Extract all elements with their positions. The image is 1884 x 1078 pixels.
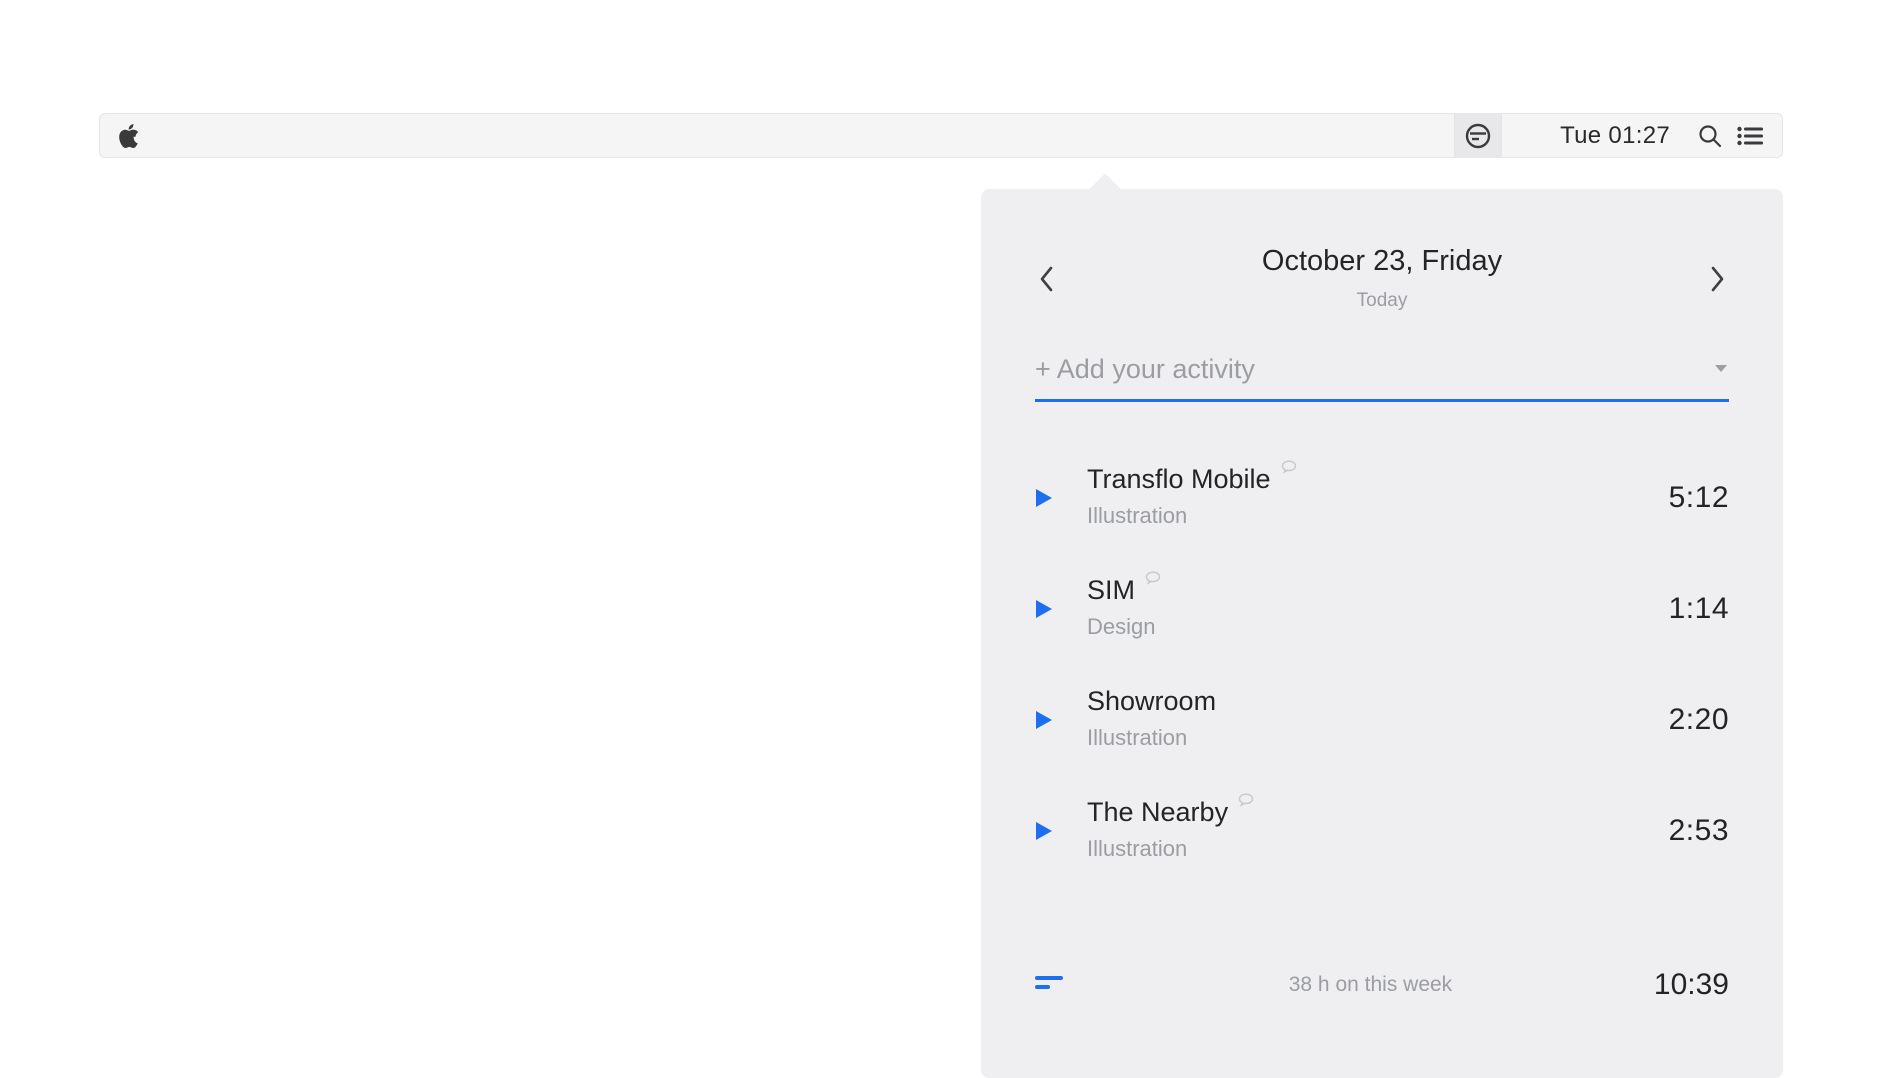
play-icon[interactable] (1035, 821, 1087, 841)
add-activity-placeholder: + Add your activity (1035, 354, 1713, 385)
comment-icon (1145, 571, 1161, 590)
activity-category: Design (1087, 614, 1669, 640)
notification-center-icon[interactable] (1728, 126, 1772, 146)
activity-list: Transflo MobileIllustration5:12SIMDesign… (1035, 442, 1729, 886)
play-icon[interactable] (1035, 488, 1087, 508)
app-menubar-icon[interactable] (1454, 113, 1502, 158)
activity-entry[interactable]: Transflo Mobile Illustration5:12 (1035, 442, 1729, 553)
activity-entry[interactable]: Showroom Illustration2:20 (1035, 664, 1729, 775)
macos-menubar: Tue 01:27 (99, 113, 1783, 158)
comment-icon (1238, 793, 1254, 812)
activity-duration: 2:20 (1669, 703, 1729, 737)
activity-body: Showroom Illustration (1087, 688, 1669, 751)
activity-category: Illustration (1087, 503, 1669, 529)
activity-title: SIM (1087, 577, 1135, 604)
activity-body: Transflo Mobile Illustration (1087, 466, 1669, 529)
activity-duration: 2:53 (1669, 814, 1729, 848)
date-subtitle: Today (1067, 290, 1697, 312)
activity-title: Showroom (1087, 688, 1216, 715)
time-tracker-panel: October 23, Friday Today + Add your acti… (981, 189, 1783, 1078)
activity-duration: 5:12 (1669, 481, 1729, 515)
day-total-time: 10:39 (1654, 968, 1729, 1002)
panel-footer: 38 h on this week 10:39 (1035, 968, 1729, 1002)
activity-entry[interactable]: The Nearby Illustration2:53 (1035, 775, 1729, 886)
play-icon[interactable] (1035, 710, 1087, 730)
week-summary-text: 38 h on this week (1087, 973, 1654, 997)
next-day-button[interactable] (1697, 259, 1737, 299)
activity-title: The Nearby (1087, 799, 1228, 826)
add-activity-input[interactable]: + Add your activity (1035, 354, 1729, 402)
activity-category: Illustration (1087, 836, 1669, 862)
activity-title: Transflo Mobile (1087, 466, 1271, 493)
activity-entry[interactable]: SIM Design1:14 (1035, 553, 1729, 664)
date-header: October 23, Friday Today (981, 189, 1783, 312)
date-title: October 23, Friday (1067, 245, 1697, 278)
stats-icon[interactable] (1035, 976, 1087, 995)
apple-icon[interactable] (118, 123, 140, 149)
prev-day-button[interactable] (1027, 259, 1067, 299)
play-icon[interactable] (1035, 599, 1087, 619)
search-icon[interactable] (1692, 124, 1728, 148)
dropdown-caret-icon[interactable] (1713, 361, 1729, 379)
activity-body: The Nearby Illustration (1087, 799, 1669, 862)
activity-category: Illustration (1087, 725, 1669, 751)
activity-body: SIM Design (1087, 577, 1669, 640)
activity-duration: 1:14 (1669, 592, 1729, 626)
comment-icon (1281, 460, 1297, 479)
menubar-clock[interactable]: Tue 01:27 (1560, 122, 1670, 150)
